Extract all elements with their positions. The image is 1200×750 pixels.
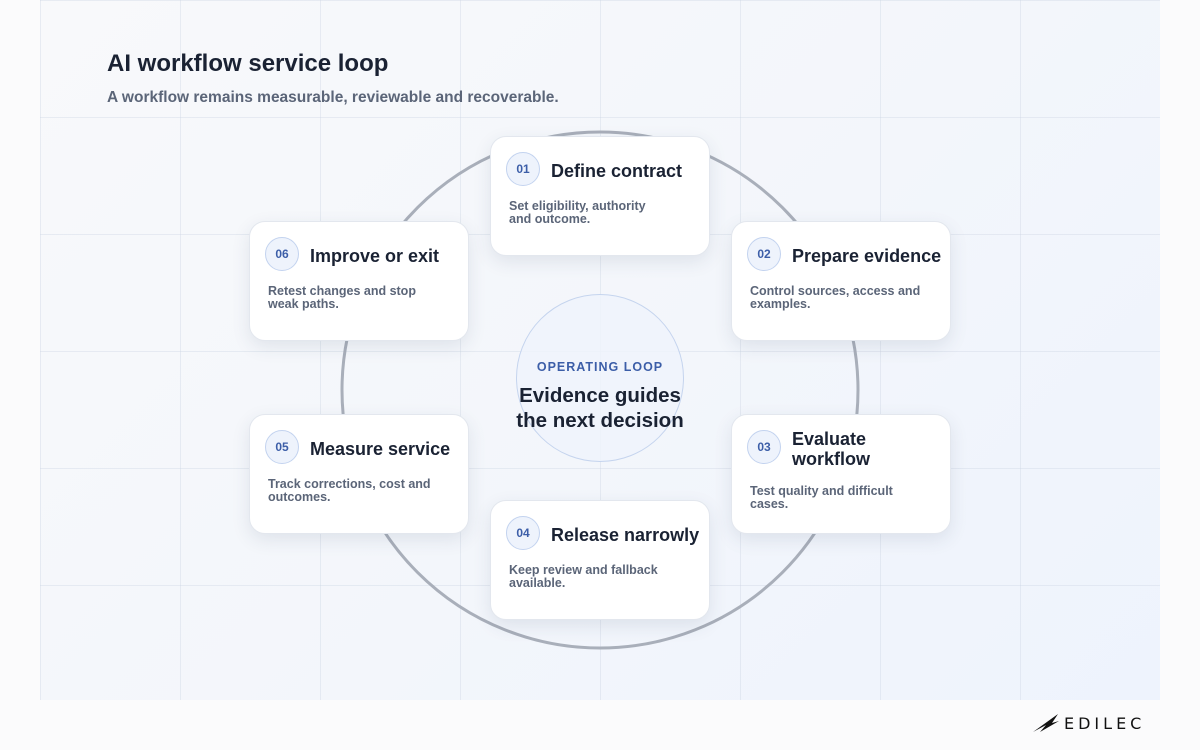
step-title: Define contract	[551, 161, 683, 181]
step-card-define-contract: 01 Define contract Set eligibility, auth…	[490, 136, 710, 256]
step-description-line: available.	[509, 575, 566, 590]
hub-eyebrow: OPERATING LOOP	[536, 360, 664, 374]
step-description-line: Test quality and difficult	[750, 484, 893, 498]
step-description: Set eligibility, authority and outcome.	[509, 200, 691, 225]
step-description-line: Set eligibility, authority	[509, 199, 646, 213]
step-number-badge: 03	[747, 430, 781, 464]
step-number-badge: 04	[506, 516, 540, 550]
step-number-badge: 06	[265, 237, 299, 271]
step-number-badge: 02	[747, 237, 781, 271]
step-card-release-narrowly: 04 Release narrowly Keep review and fall…	[490, 500, 710, 620]
brand-wordmark: EDILEC	[1064, 713, 1146, 733]
step-description-line: and outcome.	[509, 211, 591, 226]
step-title-line: workflow	[792, 449, 871, 469]
step-card-measure-service: 05 Measure service Track corrections, co…	[249, 414, 469, 534]
step-description-line: Track corrections, cost and	[268, 477, 431, 491]
step-card-prepare-evidence: 02 Prepare evidence Control sources, acc…	[731, 221, 951, 341]
step-title: Evaluate workflow	[792, 429, 942, 469]
step-description-line: Keep review and fallback	[509, 563, 658, 577]
step-description: Control sources, access and examples.	[750, 285, 932, 310]
page-title: AI workflow service loop	[107, 50, 389, 77]
step-number-badge: 05	[265, 430, 299, 464]
step-title: Measure service	[310, 439, 451, 459]
step-title: Prepare evidence	[792, 246, 942, 266]
step-description-line: outcomes.	[268, 489, 331, 504]
hub-headline-line-2: the next decision	[516, 409, 684, 432]
step-description: Test quality and difficult cases.	[750, 485, 932, 510]
step-description-line: Control sources, access and	[750, 284, 921, 298]
edilec-logo-mark-icon	[1033, 714, 1059, 732]
step-card-improve-or-exit: 06 Improve or exit Retest changes and st…	[249, 221, 469, 341]
step-card-evaluate-workflow: 03 Evaluate workflow Test quality and di…	[731, 414, 951, 534]
step-title: Release narrowly	[551, 525, 700, 545]
page-subtitle: A workflow remains measurable, reviewabl…	[107, 89, 559, 106]
step-title-line: Evaluate	[792, 429, 867, 449]
step-description-line: weak paths.	[268, 296, 339, 311]
brand-logo: EDILEC	[1032, 712, 1145, 734]
step-number-badge: 01	[506, 152, 540, 186]
center-hub: OPERATING LOOP Evidence guides the next …	[516, 294, 684, 462]
step-description: Retest changes and stop weak paths.	[268, 285, 450, 310]
step-description: Keep review and fallback available.	[509, 564, 691, 589]
step-description-line: examples.	[750, 296, 811, 311]
step-title: Improve or exit	[310, 246, 440, 266]
hub-headline-line-1: Evidence guides	[519, 384, 681, 407]
step-description-line: Retest changes and stop	[268, 284, 416, 298]
step-description: Track corrections, cost and outcomes.	[268, 478, 450, 503]
hub-headline: Evidence guides the next decision	[507, 383, 693, 433]
step-description-line: cases.	[750, 496, 789, 511]
